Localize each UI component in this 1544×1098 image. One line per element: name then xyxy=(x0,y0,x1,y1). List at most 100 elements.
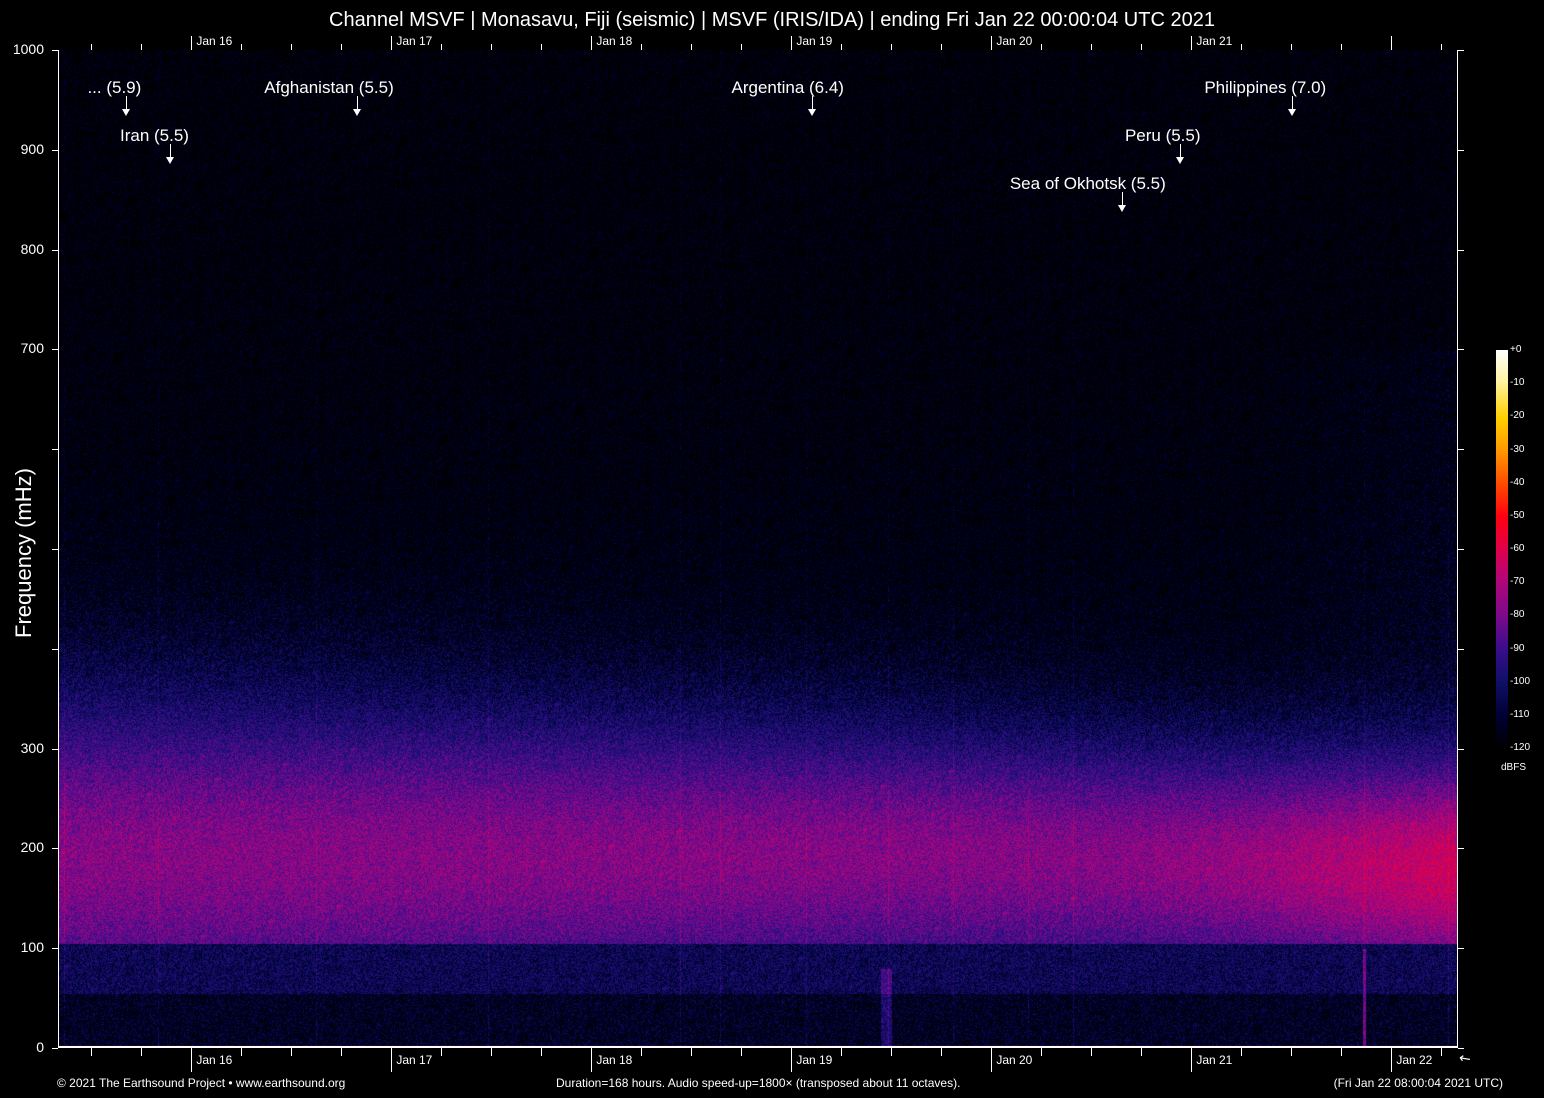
x-tick xyxy=(891,1048,893,1056)
y-tick xyxy=(52,748,58,750)
event-arrow-icon xyxy=(1292,96,1294,110)
y-axis-label: Frequency (mHz) xyxy=(11,468,36,638)
plot-frame xyxy=(58,50,1458,1048)
y-tick xyxy=(52,1048,58,1049)
x-tick xyxy=(591,1048,593,1072)
x-tick xyxy=(1291,1048,1293,1056)
x-tick-label-top: Jan 21 xyxy=(1196,34,1233,48)
x-tick xyxy=(291,1048,293,1056)
y-tick-right xyxy=(1458,50,1464,51)
y-tick-label: 700 xyxy=(20,340,44,357)
y-tick-right xyxy=(1458,349,1464,351)
x-tick xyxy=(641,1048,643,1056)
y-tick-label: 900 xyxy=(20,140,44,157)
colorbar-tick-label: -70 xyxy=(1510,576,1525,588)
y-tick xyxy=(52,149,58,151)
x-tick xyxy=(1041,1048,1043,1056)
x-tick xyxy=(491,1048,493,1056)
x-tick xyxy=(391,1048,393,1072)
x-tick-top xyxy=(1141,44,1143,50)
y-tick-label: 1000 xyxy=(12,41,44,57)
y-tick-right xyxy=(1458,848,1464,850)
x-tick-top xyxy=(541,44,543,50)
y-tick xyxy=(52,549,58,550)
event-arrowhead-icon xyxy=(1175,157,1184,164)
x-tick xyxy=(1091,1048,1093,1056)
x-tick-top xyxy=(141,44,143,50)
x-tick-label: Jan 18 xyxy=(596,1053,633,1067)
x-tick-top xyxy=(691,44,693,50)
x-tick-top xyxy=(1291,44,1293,50)
event-label: Argentina (6.4) xyxy=(731,78,844,97)
y-tick-right xyxy=(1458,648,1464,650)
y-tick-right xyxy=(1458,549,1464,550)
event-arrow-icon xyxy=(126,96,128,110)
y-tick xyxy=(52,848,58,850)
event-arrowhead-icon xyxy=(808,109,817,116)
event-label: Afghanistan (5.5) xyxy=(264,78,394,97)
event-label: Iran (5.5) xyxy=(119,126,189,145)
x-tick-top xyxy=(891,44,893,50)
x-tick xyxy=(691,1048,693,1056)
x-tick xyxy=(191,1048,193,1072)
x-tick xyxy=(1141,1048,1143,1056)
event-arrow-icon xyxy=(169,144,171,158)
colorbar-tick-label: -30 xyxy=(1510,443,1525,455)
event-label: Philippines (7.0) xyxy=(1204,78,1327,97)
x-tick-top xyxy=(1341,44,1343,50)
colorbar-tick-label: -10 xyxy=(1510,377,1525,389)
x-tick xyxy=(1191,1048,1193,1072)
x-tick xyxy=(1341,1048,1343,1056)
x-tick-top xyxy=(991,36,993,50)
x-tick xyxy=(141,1048,143,1056)
event-label: Sea of Okhotsk (5.5) xyxy=(1009,174,1166,193)
footer-info: Duration=168 hours. Audio speed-up=1800×… xyxy=(556,1076,961,1090)
colorbar-tick-label: -100 xyxy=(1510,675,1531,687)
x-tick-top xyxy=(1041,44,1043,50)
chart-title: Channel MSVF | Monasavu, Fiji (seismic) … xyxy=(329,9,1215,31)
colorbar-tick-label: -80 xyxy=(1510,609,1525,621)
x-tick xyxy=(991,1048,993,1072)
x-tick-top xyxy=(641,44,643,50)
event-arrow-icon xyxy=(812,96,814,110)
y-tick-label: 300 xyxy=(20,739,44,756)
y-tick-right xyxy=(1458,249,1464,251)
x-tick xyxy=(91,1048,93,1056)
colorbar xyxy=(1496,350,1508,748)
event-arrowhead-icon xyxy=(1288,109,1297,116)
colorbar-tick-label: +0 xyxy=(1510,344,1522,355)
x-tick-label: Jan 22 xyxy=(1396,1053,1433,1067)
event-arrowhead-icon xyxy=(122,109,131,116)
colorbar-tick-label: -50 xyxy=(1510,509,1525,521)
footer-copyright: © 2021 The Earthsound Project • www.eart… xyxy=(57,1076,346,1090)
x-tick-top xyxy=(841,44,843,50)
y-tick xyxy=(52,449,58,451)
x-tick-top xyxy=(1191,36,1193,50)
y-tick-label: 200 xyxy=(20,839,44,856)
footer-time: (Fri Jan 22 08:00:04 2021 UTC) xyxy=(1333,1076,1503,1090)
event-arrowhead-icon xyxy=(1118,205,1127,212)
event-arrow-icon xyxy=(357,96,359,110)
x-tick xyxy=(1441,1048,1443,1056)
x-tick xyxy=(1241,1048,1243,1056)
y-tick-right xyxy=(1458,748,1464,750)
x-tick xyxy=(941,1048,943,1056)
x-tick-label-top: Jan 16 xyxy=(196,34,233,48)
colorbar-tick-label: -40 xyxy=(1510,476,1525,488)
x-tick-label: Jan 16 xyxy=(196,1053,233,1067)
colorbar-tick-label: -110 xyxy=(1510,708,1530,720)
x-tick-top xyxy=(591,36,593,50)
x-tick-label: Jan 17 xyxy=(396,1053,433,1067)
colorbar-tick-label: -90 xyxy=(1510,642,1525,654)
y-tick xyxy=(52,648,58,650)
x-tick xyxy=(741,1048,743,1056)
x-tick-top xyxy=(1391,36,1393,50)
event-label: Peru (5.5) xyxy=(1124,126,1201,145)
x-tick-top xyxy=(291,44,293,50)
x-tick-top xyxy=(941,44,943,50)
event-arrow-icon xyxy=(1179,144,1181,158)
colorbar-label: dBFS xyxy=(1501,762,1527,773)
x-tick-top xyxy=(191,36,193,50)
x-tick-top xyxy=(1241,44,1243,50)
y-tick xyxy=(52,249,58,251)
